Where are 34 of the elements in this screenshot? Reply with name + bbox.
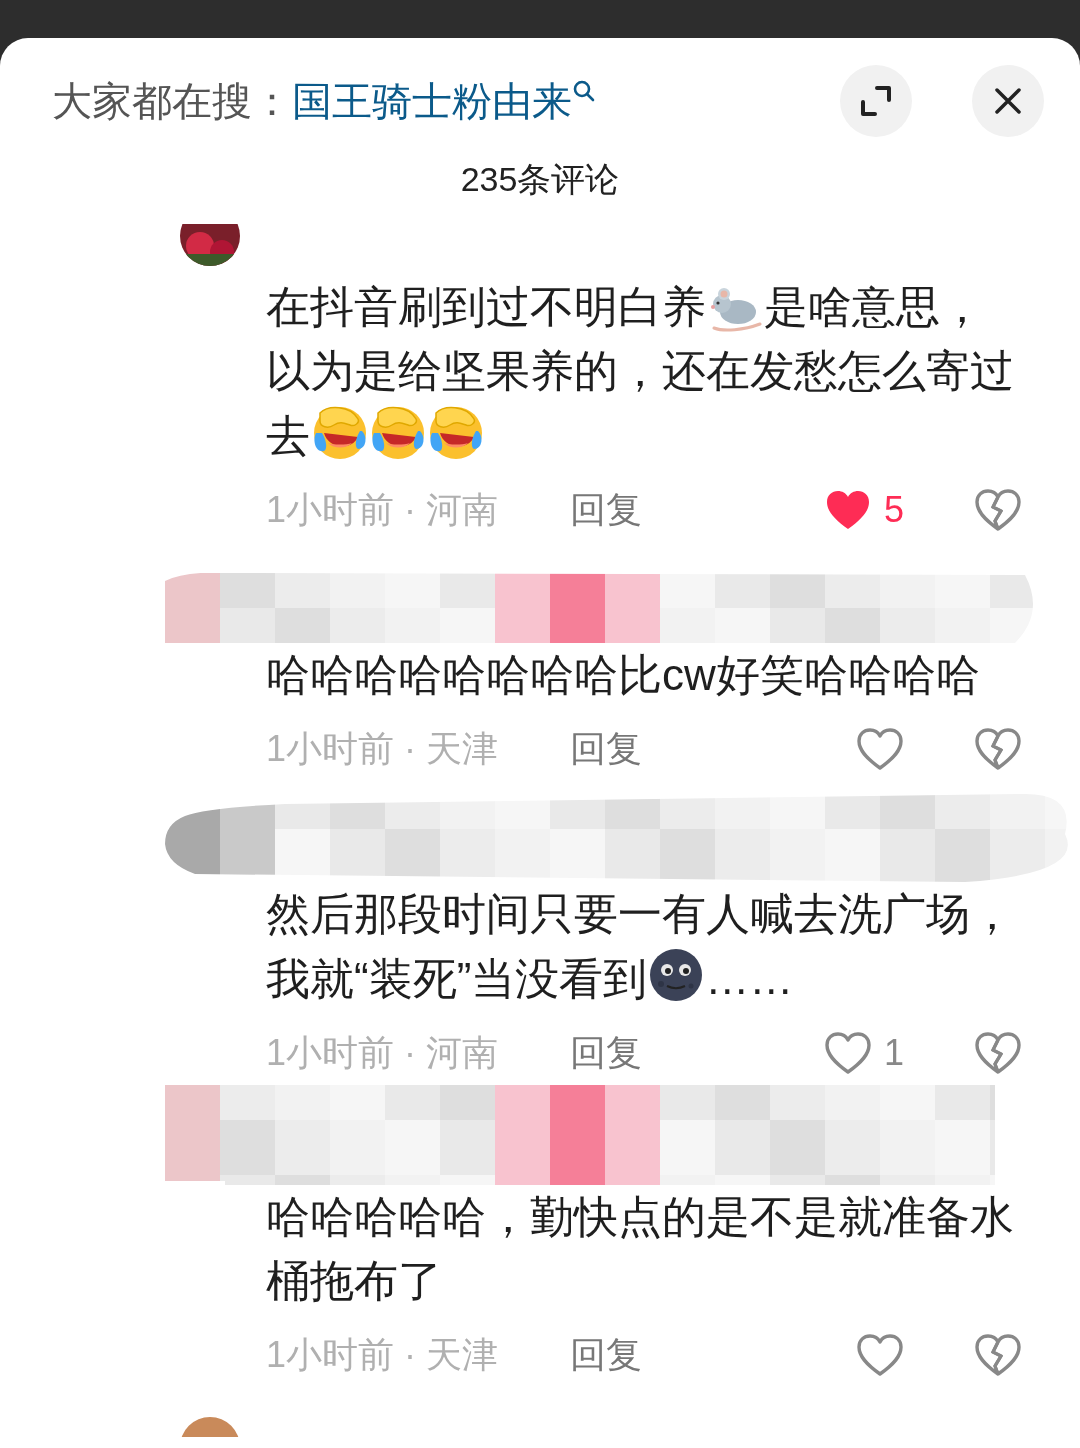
reply-button[interactable]: 回复 <box>570 1328 642 1382</box>
comment-text: 桶拖布了 <box>266 1256 442 1305</box>
broken-heart-icon[interactable] <box>974 1030 1022 1076</box>
comment-text: 是啥意思， <box>764 282 984 331</box>
search-label: 大家都在搜： <box>52 78 292 125</box>
reply-button[interactable]: 回复 <box>570 1026 642 1080</box>
expand-icon <box>859 84 893 118</box>
comment-meta: 1小时前 · 河南 <box>266 488 499 532</box>
broken-heart-icon[interactable] <box>974 487 1022 533</box>
comment-meta: 1小时前 · 河南 <box>266 1031 499 1075</box>
comment-text: 我就“装死”当没看到 <box>266 954 648 1003</box>
comment-text: 在抖音刷到过不明白养 <box>266 282 706 331</box>
reply-button[interactable]: 回复 <box>570 722 642 776</box>
like-button[interactable]: 5 <box>823 483 904 537</box>
heart-icon[interactable] <box>856 726 904 772</box>
comment-count-title: 235条评论 <box>460 160 620 198</box>
comment-text: 以为是给坚果养的，还在发愁怎么寄过 <box>266 346 1014 395</box>
like-button[interactable]: 1 <box>823 1026 904 1080</box>
close-icon <box>994 87 1022 115</box>
reply-button[interactable]: 回复 <box>570 483 642 537</box>
like-count: 5 <box>883 488 904 532</box>
comment-meta: 1小时前 · 天津 <box>266 727 499 771</box>
comment-text: 去 <box>266 411 310 460</box>
search-link[interactable]: 国王骑士粉由来 <box>292 65 596 137</box>
comment-text: 哈哈哈哈哈，勤快点的是不是就准备水 <box>266 1192 1014 1241</box>
like-count: 1 <box>883 1031 904 1075</box>
broken-heart-icon[interactable] <box>974 726 1022 772</box>
heart-icon[interactable] <box>856 1332 904 1378</box>
comment-text: …… <box>705 954 794 1003</box>
broken-heart-icon[interactable] <box>974 1332 1022 1378</box>
comment-meta: 1小时前 · 天津 <box>266 1333 499 1377</box>
search-icon <box>572 79 596 103</box>
comment-text: 哈哈哈哈哈哈哈哈比cw好笑哈哈哈哈 <box>266 650 980 699</box>
comment-text: 然后那段时间只要一有人喊去洗广场， <box>266 889 1014 938</box>
